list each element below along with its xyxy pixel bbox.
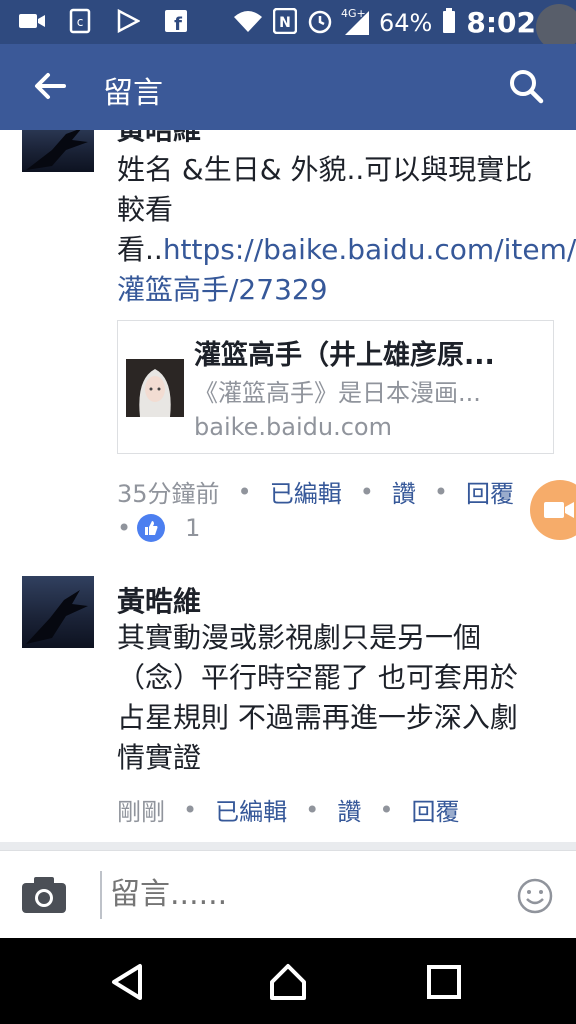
svg-text:N: N: [279, 15, 291, 31]
back-button[interactable]: [30, 66, 70, 106]
status-bar: c f N 4G+ 64% 8:02: [0, 0, 576, 50]
alarm-icon: [307, 8, 333, 38]
comment-actions: 35分鐘前 • 已編輯 • 讚 • 回覆: [117, 474, 514, 509]
link-preview-card[interactable]: 灌篮高手（井上雄彦原... 《灌篮高手》是日本漫画... baike.baidu…: [117, 320, 554, 454]
comments-list[interactable]: 黃晧維 姓名 &生日& 外貌..可以與現實比較看看..https://baike…: [0, 130, 576, 850]
video-camera-icon: [18, 8, 46, 34]
reply-button[interactable]: 回覆: [466, 474, 514, 509]
nav-home-button[interactable]: [268, 962, 308, 1002]
search-icon: [510, 70, 544, 104]
triangle-back-icon: [112, 964, 142, 1000]
dragon-avatar-image: [26, 130, 88, 170]
comment-time: 剛剛: [117, 798, 165, 826]
comment-text: 姓名 &生日& 外貌..可以與現實比較看看..https://baike.bai…: [117, 150, 576, 310]
wifi-icon: [233, 9, 263, 37]
like-count: 1: [185, 514, 201, 542]
separator-dot: •: [433, 477, 449, 506]
comment-actions: 剛剛 • 已編輯 • 讚 • 回覆: [117, 792, 459, 827]
comment-input[interactable]: [100, 871, 480, 919]
edited-link[interactable]: 已編輯: [270, 474, 342, 509]
reply-button[interactable]: 回覆: [411, 792, 459, 827]
edited-link[interactable]: 已編輯: [215, 792, 287, 827]
search-button[interactable]: [506, 66, 546, 106]
system-nav-bar: [0, 938, 576, 1024]
like-button[interactable]: 讚: [337, 792, 361, 827]
nav-back-button[interactable]: [108, 962, 148, 1002]
separator-dot: •: [117, 514, 132, 542]
svg-text:c: c: [77, 15, 84, 29]
video-icon: [544, 502, 574, 518]
comment-author[interactable]: 黃晧維: [117, 130, 201, 148]
floating-video-button[interactable]: [530, 480, 576, 540]
battery-percent: 64%: [379, 8, 433, 37]
smiley-icon: [517, 878, 553, 914]
clipboard-icon: c: [66, 8, 94, 34]
camera-icon: [22, 877, 66, 913]
comment-link[interactable]: https://baike.baidu.com/item/灌篮高手/27329: [117, 233, 576, 306]
preview-description: 《灌篮高手》是日本漫画...: [194, 379, 481, 407]
avatar[interactable]: [22, 130, 94, 172]
clock: 8:02: [466, 6, 536, 39]
signal-icon: 4G+: [341, 7, 369, 35]
thumbs-up-icon: [137, 514, 166, 542]
page-title: 留言: [103, 76, 163, 111]
arrow-left-icon: [35, 73, 66, 99]
svg-text:f: f: [174, 14, 182, 32]
emoji-button[interactable]: [516, 877, 554, 915]
dragon-avatar-image: [26, 590, 88, 644]
separator-dot: •: [237, 477, 252, 506]
comment-time: 35分鐘前: [117, 480, 220, 508]
reaction-summary[interactable]: • 1: [117, 514, 200, 542]
play-store-icon: [114, 8, 142, 34]
avatar[interactable]: [22, 576, 94, 648]
preview-title: 灌篮高手（井上雄彦原...: [194, 340, 495, 371]
divider: [0, 842, 576, 850]
preview-domain: baike.baidu.com: [194, 413, 392, 441]
separator-dot: •: [183, 795, 198, 824]
network-type: 4G+: [341, 6, 366, 20]
home-icon: [270, 964, 306, 1000]
preview-thumbnail: [126, 359, 184, 417]
square-recents-icon: [427, 965, 461, 999]
comment-composer: [0, 850, 576, 938]
facebook-icon: f: [162, 8, 190, 34]
app-bar: 留言: [0, 44, 576, 130]
camera-button[interactable]: [20, 875, 68, 915]
separator-dot: •: [379, 795, 394, 824]
comment-body: 其實動漫或影視劇只是另一個（念）平行時空罷了 也可套用於占星規則 不過需再進一步…: [117, 621, 518, 774]
comment-author[interactable]: 黃晧維: [117, 580, 201, 620]
battery-icon: [442, 7, 456, 38]
separator-dot: •: [359, 477, 374, 506]
nfc-icon: N: [272, 7, 298, 38]
separator-dot: •: [305, 795, 320, 824]
like-button[interactable]: 讚: [392, 474, 416, 509]
nav-recents-button[interactable]: [424, 962, 464, 1002]
